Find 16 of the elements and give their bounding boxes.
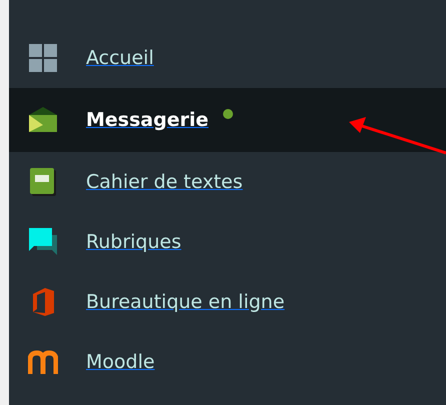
menu-item[interactable]: Bureautique en ligne xyxy=(9,272,446,332)
menu-label: Bureautique en ligne xyxy=(86,290,285,315)
menu-item[interactable]: Cahier de textes xyxy=(9,152,446,212)
notebook-icon xyxy=(28,167,58,197)
menu-item[interactable]: Moodle xyxy=(9,332,446,392)
grid-icon xyxy=(28,43,58,73)
menu-item[interactable]: Rubriques xyxy=(9,212,446,272)
menu-label: Messagerie xyxy=(86,108,208,133)
menu-label: Moodle xyxy=(86,350,155,375)
menu-label: Cahier de textes xyxy=(86,170,243,195)
envelope-icon xyxy=(28,105,58,135)
menu-label: Accueil xyxy=(86,46,154,71)
menu-label: Rubriques xyxy=(86,230,182,255)
menu-item[interactable]: Accueil xyxy=(9,28,446,88)
speech-bubbles-icon xyxy=(28,227,58,257)
menu-item[interactable]: Messagerie xyxy=(9,88,446,152)
